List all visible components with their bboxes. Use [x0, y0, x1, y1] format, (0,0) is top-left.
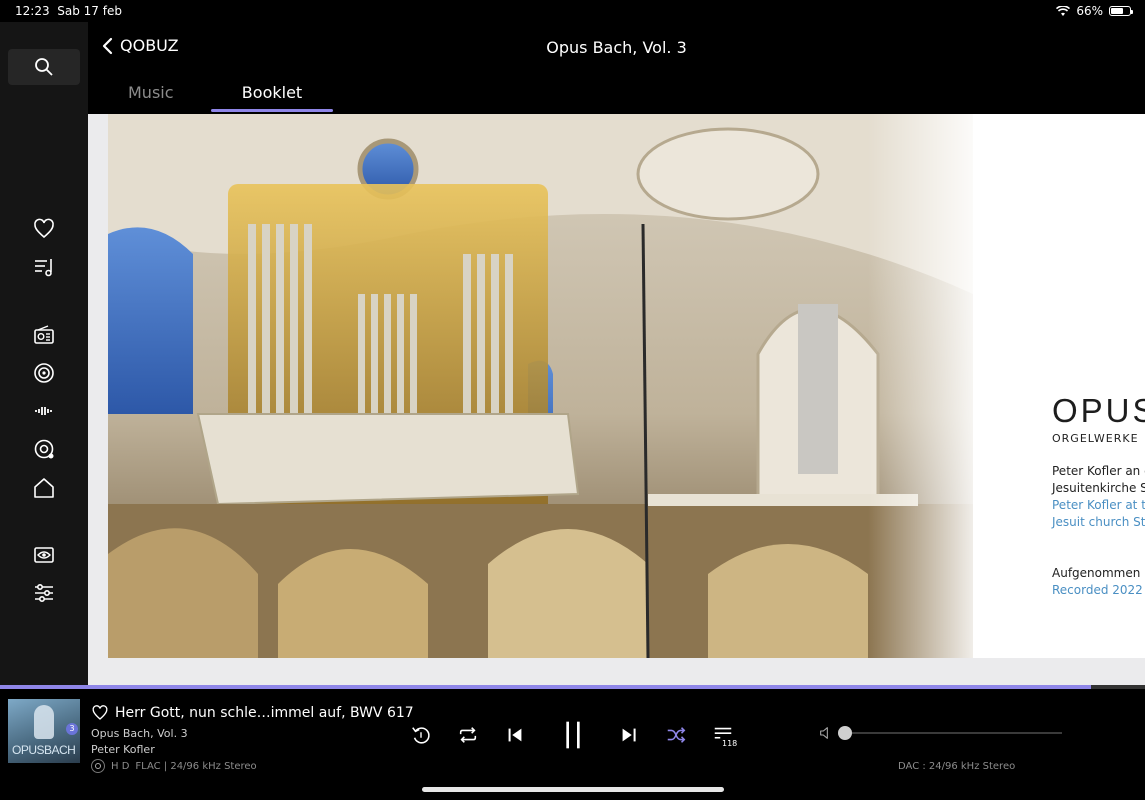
replay-icon: [412, 727, 430, 744]
next-button[interactable]: [615, 723, 643, 747]
sidebar-item-preview[interactable]: [30, 541, 58, 569]
booklet-viewer[interactable]: OPUS ORGELWERKE Peter Kofler an d Jesuit…: [88, 114, 1145, 685]
album-name[interactable]: Opus Bach, Vol. 3: [91, 727, 188, 740]
sidebar-item-waveform[interactable]: [30, 397, 58, 425]
home-indicator[interactable]: [422, 787, 724, 792]
discover-icon: [34, 439, 54, 459]
booklet-line-translation: Jesuit church St.: [1052, 515, 1145, 529]
wifi-icon: [1056, 5, 1071, 16]
shuffle-icon: [667, 727, 686, 743]
active-tab-indicator: [211, 109, 333, 112]
battery-percent: 66%: [1076, 4, 1103, 18]
sidebar-item-settings[interactable]: [30, 579, 58, 607]
track-title[interactable]: Herr Gott, nun schle…immel auf, BWV 617: [115, 705, 414, 721]
sidebar-item-home[interactable]: [30, 474, 58, 502]
replay-button[interactable]: [407, 723, 435, 747]
speaker-icon[interactable]: [818, 725, 834, 741]
queue-count: 118: [722, 739, 738, 748]
booklet-text: OPUS ORGELWERKE Peter Kofler an d Jesuit…: [1052, 392, 1145, 599]
heart-icon[interactable]: [91, 704, 109, 722]
status-right: 66%: [1056, 4, 1133, 18]
status-time: 12:23 Sab 17 feb: [15, 4, 122, 18]
sidebar-item-radio[interactable]: [30, 321, 58, 349]
skip-next-icon: [622, 728, 636, 742]
playlist-icon: [35, 259, 52, 277]
sidebar: [0, 22, 88, 685]
booklet-line-translation: Peter Kofler at th: [1052, 498, 1145, 512]
booklet-line: Aufgenommen 2: [1052, 566, 1145, 580]
booklet-line: Jesuitenkirche St: [1052, 481, 1145, 495]
album-cover[interactable]: 3 OPUSBACH: [8, 699, 80, 763]
previous-button[interactable]: [501, 723, 529, 747]
heart-icon: [34, 218, 54, 239]
volume-slider-knob[interactable]: [838, 726, 852, 740]
tab-booklet[interactable]: Booklet: [211, 83, 333, 102]
waveform-icon: [35, 407, 52, 415]
audio-quality: H D FLAC | 24/96 kHz Stereo: [91, 759, 257, 773]
sidebar-item-podcasts[interactable]: [30, 359, 58, 387]
sidebar-item-discover[interactable]: [30, 435, 58, 463]
quality-label: H D: [111, 760, 130, 772]
eye-icon: [34, 547, 54, 563]
pause-icon: [566, 721, 580, 749]
booklet-line: Peter Kofler an d: [1052, 464, 1145, 478]
tab-bar: Music Booklet: [88, 72, 1145, 114]
photo-fade: [868, 114, 988, 658]
header: QOBUZ Opus Bach, Vol. 3: [88, 22, 1145, 72]
booklet-line-translation: Recorded 2022 –: [1052, 583, 1145, 597]
search-icon: [35, 58, 53, 76]
skip-previous-icon: [508, 728, 522, 742]
quality-badge-icon: [91, 759, 105, 773]
church-organ-photo: [108, 114, 973, 658]
repeat-button[interactable]: [454, 723, 482, 747]
settings-sliders-icon: [35, 583, 53, 603]
cover-volume-number: 3: [66, 723, 78, 735]
page-title: Opus Bach, Vol. 3: [546, 38, 687, 57]
booklet-title: OPUS: [1052, 392, 1145, 429]
audio-format: FLAC | 24/96 kHz Stereo: [135, 760, 257, 772]
sidebar-item-playlists[interactable]: [30, 253, 58, 281]
sidebar-search-button[interactable]: [8, 49, 80, 85]
shuffle-button[interactable]: [662, 723, 690, 747]
pause-button[interactable]: [555, 717, 591, 753]
podcast-icon: [34, 363, 54, 383]
volume-control: [818, 725, 1062, 741]
battery-icon: [1109, 6, 1133, 16]
radio-icon: [34, 325, 54, 344]
status-bar: 12:23 Sab 17 feb 66%: [0, 0, 1145, 22]
player-bar: 3 OPUSBACH Herr Gott, nun schle…immel au…: [0, 689, 1145, 800]
repeat-icon: [459, 727, 477, 743]
sidebar-item-favorites[interactable]: [30, 215, 58, 243]
dac-info: DAC : 24/96 kHz Stereo: [898, 761, 1016, 772]
track-title-row: Herr Gott, nun schle…immel auf, BWV 617: [91, 704, 414, 722]
artist-name[interactable]: Peter Kofler: [91, 743, 155, 756]
booklet-subtitle: ORGELWERKE: [1052, 432, 1139, 445]
cover-figure: [34, 705, 54, 739]
tab-music[interactable]: Music: [128, 83, 174, 102]
home-icon: [34, 478, 54, 498]
booklet-page: OPUS ORGELWERKE Peter Kofler an d Jesuit…: [108, 114, 1145, 658]
cover-title: OPUSBACH: [12, 743, 76, 757]
volume-slider[interactable]: [838, 726, 1062, 740]
